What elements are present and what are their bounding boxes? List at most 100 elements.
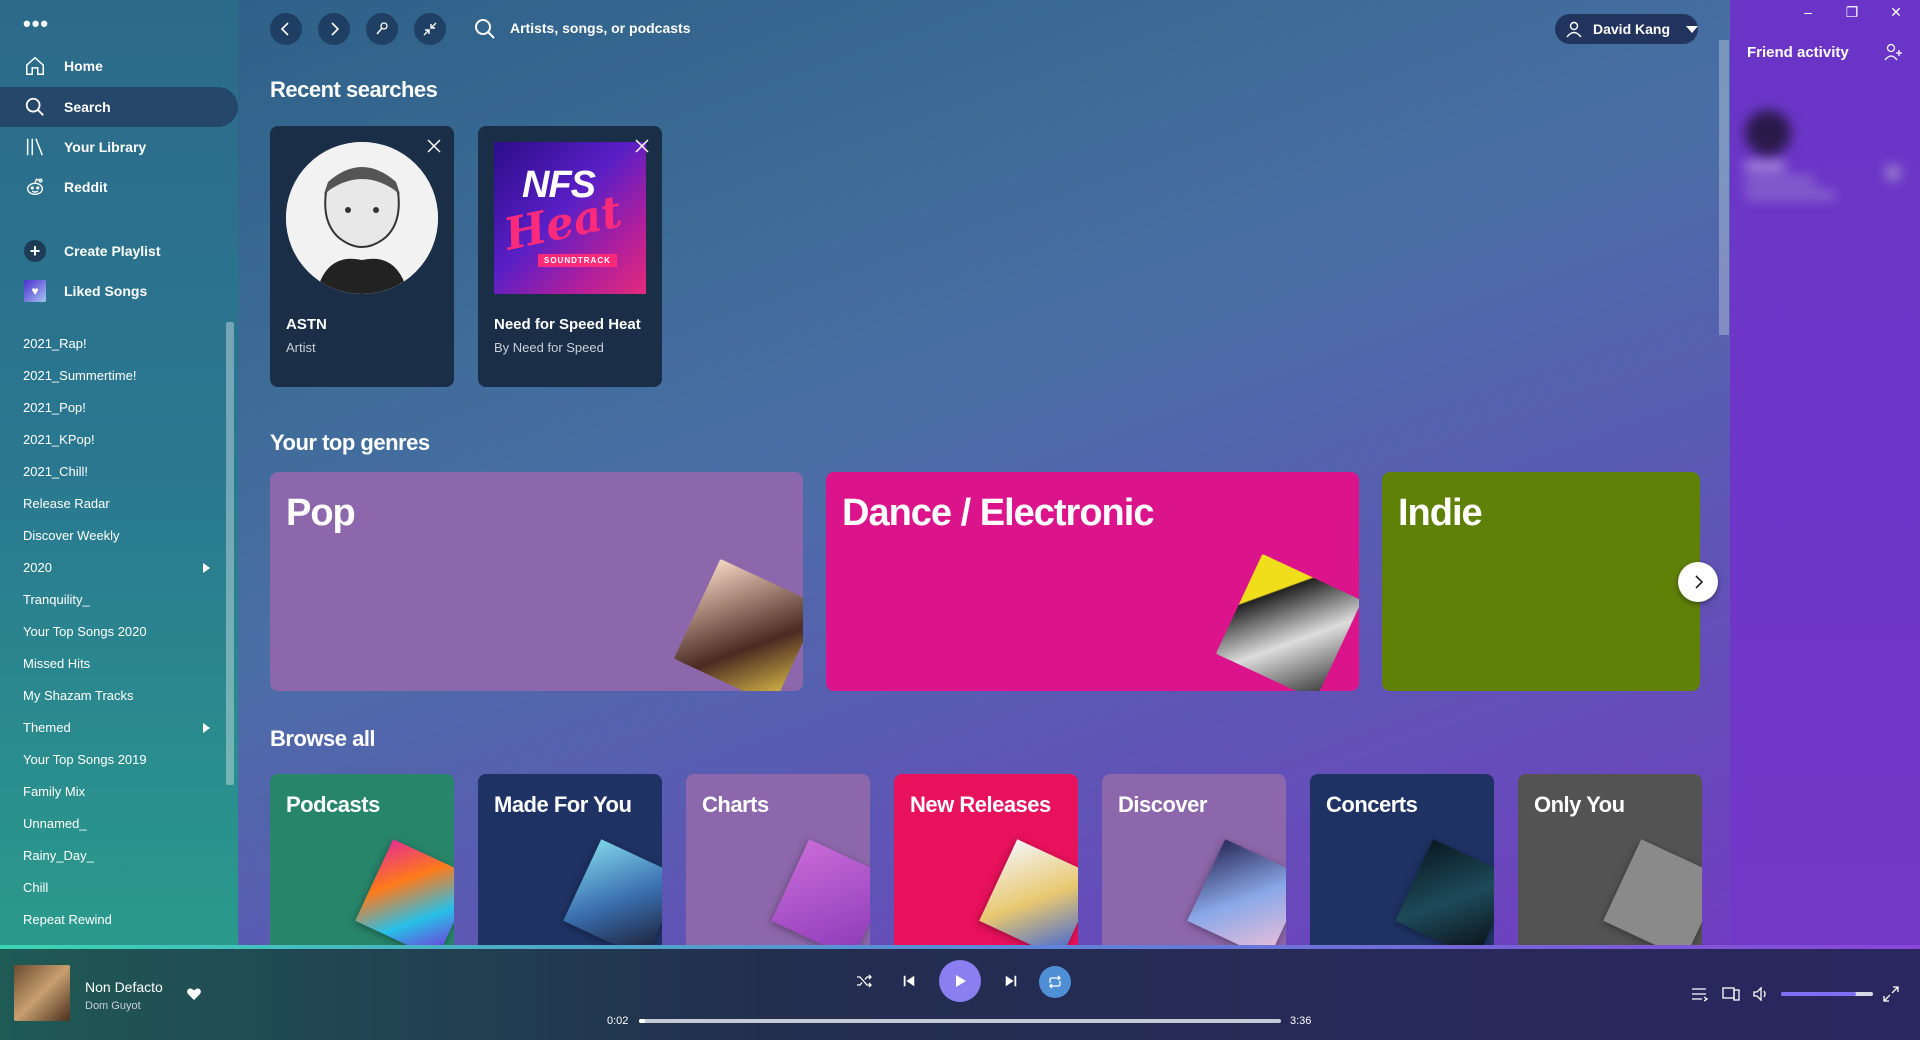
restore-button[interactable]: ❐: [1830, 4, 1874, 21]
browse-card-new-releases[interactable]: New Releases: [894, 774, 1078, 945]
nav-home-label: Home: [64, 58, 103, 74]
elapsed-time: 0:02: [607, 1015, 629, 1027]
forward-button[interactable]: [318, 13, 350, 45]
queue-icon[interactable]: [1690, 985, 1708, 1003]
playlist-item[interactable]: Repeat Rewind: [23, 910, 112, 930]
playlist-item[interactable]: 2021_Chill!: [23, 462, 88, 482]
genre-card-pop[interactable]: Pop: [270, 472, 803, 691]
recent-card-album[interactable]: NFS Heat SOUNDTRACK Need for Speed Heat …: [478, 126, 662, 387]
playlist-item[interactable]: Your Top Songs 2020: [23, 622, 147, 642]
user-name: David Kang: [1593, 21, 1671, 37]
home-icon: [24, 55, 46, 77]
close-window-button[interactable]: ✕: [1874, 4, 1918, 21]
fullscreen-icon[interactable]: [1882, 985, 1900, 1003]
skip-back-icon: [903, 975, 915, 987]
browse-art-image: [979, 839, 1078, 945]
playlist-item[interactable]: Release Radar: [23, 494, 110, 514]
genre-label: Pop: [286, 492, 356, 534]
liked-songs-label: Liked Songs: [64, 283, 148, 299]
browse-art-image: [355, 839, 454, 945]
recent-card-title: ASTN: [286, 316, 327, 333]
playlist-item[interactable]: Your Top Songs 2019: [23, 750, 147, 770]
heart-icon[interactable]: [186, 986, 202, 1002]
heart-icon: ♥: [24, 280, 46, 302]
album-art-image: NFS Heat SOUNDTRACK: [494, 142, 646, 294]
create-playlist-label: Create Playlist: [64, 243, 161, 259]
playlist-item[interactable]: 2021_Pop!: [23, 398, 86, 418]
playlist-item[interactable]: Rainy_Day_: [23, 846, 94, 866]
chevron-right-icon: [331, 22, 340, 36]
microphone-button[interactable]: [366, 13, 398, 45]
devices-icon[interactable]: [1722, 985, 1740, 1003]
browse-card-only-you[interactable]: Only You: [1518, 774, 1702, 945]
play-button[interactable]: [939, 960, 981, 1002]
liked-songs-button[interactable]: ♥ Liked Songs: [0, 271, 238, 311]
friend-activity-blurred-entry: [1745, 110, 1905, 220]
recent-card-artist[interactable]: ASTN Artist: [270, 126, 454, 387]
now-playing-cover[interactable]: [14, 965, 70, 1021]
playlist-item[interactable]: Chill: [23, 878, 48, 898]
playlist-item[interactable]: 2021_Rap!: [23, 334, 87, 354]
minimize-button[interactable]: –: [1786, 4, 1830, 20]
genre-card-indie[interactable]: Indie: [1382, 472, 1700, 691]
back-button[interactable]: [270, 13, 302, 45]
nav-search[interactable]: Search: [0, 87, 238, 127]
volume-icon[interactable]: [1752, 985, 1770, 1003]
playlist-item[interactable]: My Shazam Tracks: [23, 686, 134, 706]
recent-card-subtitle: Artist: [286, 340, 316, 355]
top-genres-title: Your top genres: [270, 430, 430, 455]
repeat-button[interactable]: [1039, 966, 1071, 998]
sidebar: ••• Home Search Your Library Reddit + Cr…: [0, 0, 238, 945]
browse-card-concerts[interactable]: Concerts: [1310, 774, 1494, 945]
volume-slider[interactable]: [1781, 992, 1873, 996]
playlist-item[interactable]: Family Mix: [23, 782, 85, 802]
shuffle-icon: [857, 974, 872, 988]
playlist-folder[interactable]: 2020: [23, 558, 52, 578]
mini-player-button[interactable]: [414, 13, 446, 45]
search-input[interactable]: Artists, songs, or podcasts: [510, 20, 690, 36]
folder-expand-icon[interactable]: [203, 563, 210, 573]
playlist-item[interactable]: Unnamed_: [23, 814, 87, 834]
nav-reddit-label: Reddit: [64, 179, 108, 195]
genres-next-button[interactable]: [1678, 562, 1718, 602]
recent-searches-title: Recent searches: [270, 77, 438, 102]
previous-button[interactable]: [900, 972, 918, 990]
close-icon[interactable]: [426, 138, 442, 154]
main-scrollbar[interactable]: [1719, 40, 1729, 335]
nav-reddit[interactable]: Reddit: [0, 167, 238, 207]
playlist-item[interactable]: Missed Hits: [23, 654, 90, 674]
browse-art-image: [1603, 839, 1702, 945]
browse-card-charts[interactable]: Charts: [686, 774, 870, 945]
playlist-item[interactable]: Discover Weekly: [23, 526, 120, 546]
nav-library[interactable]: Your Library: [0, 127, 238, 167]
playback-progress-bar[interactable]: [639, 1019, 1281, 1023]
genre-card-dance-electronic[interactable]: Dance / Electronic: [826, 472, 1359, 691]
browse-card-podcasts[interactable]: Podcasts: [270, 774, 454, 945]
playlist-item[interactable]: 2021_KPop!: [23, 430, 95, 450]
now-playing-artist[interactable]: Dom Guyot: [85, 1000, 141, 1012]
shuffle-button[interactable]: [855, 972, 873, 990]
browse-label: Made For You: [494, 792, 632, 817]
close-icon[interactable]: [634, 138, 650, 154]
browse-label: Only You: [1534, 792, 1625, 817]
nav-home[interactable]: Home: [0, 46, 238, 86]
playlist-item[interactable]: 2021_Summertime!: [23, 366, 136, 386]
menu-dots-button[interactable]: •••: [23, 13, 49, 35]
browse-card-discover[interactable]: Discover: [1102, 774, 1286, 945]
nav-search-label: Search: [64, 99, 111, 115]
library-icon: [24, 136, 46, 158]
search-icon: [475, 19, 495, 39]
playlist-item[interactable]: Tranquility_: [23, 590, 90, 610]
sidebar-scrollbar[interactable]: [226, 322, 234, 785]
create-playlist-button[interactable]: + Create Playlist: [0, 231, 238, 271]
friend-activity-title: Friend activity: [1747, 44, 1849, 61]
browse-card-made-for-you[interactable]: Made For You: [478, 774, 662, 945]
next-button[interactable]: [1002, 972, 1020, 990]
playlist-folder[interactable]: Themed: [23, 718, 71, 738]
browse-all-title: Browse all: [270, 726, 376, 751]
user-menu-button[interactable]: David Kang: [1555, 14, 1698, 44]
folder-expand-icon[interactable]: [203, 723, 210, 733]
now-playing-title[interactable]: Non Defacto: [85, 979, 163, 995]
genre-art-image: [673, 558, 803, 691]
add-friend-icon[interactable]: [1883, 42, 1903, 62]
